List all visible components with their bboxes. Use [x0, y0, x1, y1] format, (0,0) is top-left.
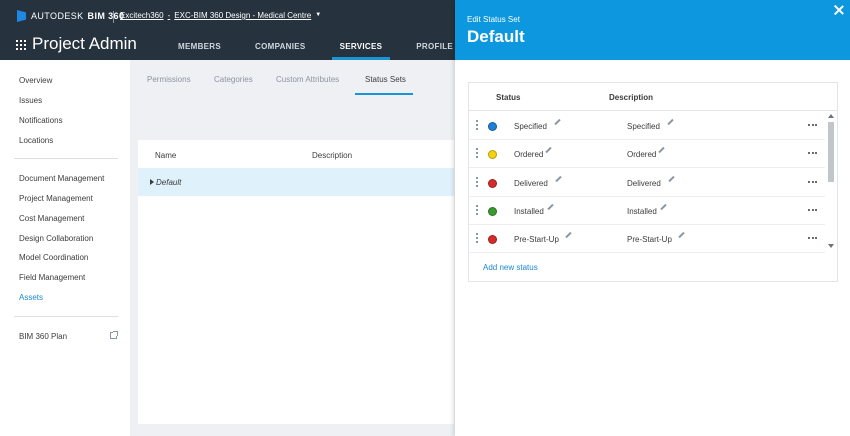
sidebar-divider	[14, 158, 118, 159]
status-row[interactable]: Ordered Ordered	[469, 140, 825, 169]
edit-description-pencil-icon[interactable]	[667, 118, 674, 126]
product-name: BIM 360	[87, 11, 125, 21]
app-grid-icon[interactable]	[16, 40, 26, 50]
drag-handle-icon[interactable]	[476, 233, 478, 244]
close-icon[interactable]	[834, 5, 844, 15]
project-selector[interactable]: EXC-BIM 360 Design - Medical Centre	[174, 11, 311, 20]
sidebar-item-assets[interactable]: Assets	[19, 293, 43, 302]
status-description: Delivered	[627, 178, 661, 188]
tab-status-sets[interactable]: Status Sets	[365, 75, 406, 84]
column-header-status: Status	[496, 93, 521, 102]
sidebar-item-project-management[interactable]: Project Management	[19, 194, 93, 203]
sidebar-item-overview[interactable]: Overview	[19, 76, 52, 85]
status-color-swatch[interactable]	[488, 122, 497, 131]
more-options-icon[interactable]	[808, 208, 817, 211]
nav-members[interactable]: MEMBERS	[170, 34, 229, 60]
more-options-icon[interactable]	[808, 124, 817, 126]
scroll-up-icon[interactable]	[828, 114, 834, 118]
edit-name-pencil-icon[interactable]	[565, 232, 572, 239]
edit-name-pencil-icon[interactable]	[547, 203, 554, 211]
sidebar-item-cost-management[interactable]: Cost Management	[19, 214, 84, 223]
panel-title: Default	[467, 27, 525, 46]
status-sets-table: Name Description Default	[138, 140, 454, 424]
more-options-icon[interactable]	[808, 180, 817, 183]
status-name: Ordered	[514, 150, 544, 160]
drag-handle-icon[interactable]	[476, 176, 478, 188]
edit-name-pencil-icon[interactable]	[554, 118, 561, 126]
nav-profile[interactable]: PROFILE	[408, 34, 461, 60]
edit-description-pencil-icon[interactable]	[678, 232, 685, 239]
status-name: Pre-Start-Up	[514, 235, 559, 245]
column-header-name[interactable]: Name	[155, 151, 176, 160]
edit-description-pencil-icon[interactable]	[658, 147, 665, 154]
status-name: Installed	[514, 206, 544, 216]
tab-custom-attributes[interactable]: Custom Attributes	[276, 75, 339, 84]
top-nav: MEMBERS COMPANIES SERVICES PROFILE	[170, 34, 479, 60]
brand-name: AUTODESK	[31, 11, 84, 21]
scroll-down-icon[interactable]	[828, 244, 834, 248]
edit-name-pencil-icon[interactable]	[545, 147, 552, 154]
bim360-logo-icon	[17, 10, 26, 22]
sidebar-item-design-collaboration[interactable]: Design Collaboration	[19, 234, 93, 243]
status-row[interactable]: Installed Installed	[469, 197, 825, 225]
column-header-description: Description	[609, 93, 654, 102]
status-list-header: Status Description	[469, 83, 837, 111]
status-name: Delivered	[514, 178, 548, 188]
drag-handle-icon[interactable]	[476, 204, 478, 216]
sidebar-item-issues[interactable]: Issues	[19, 96, 42, 105]
sidebar-item-locations[interactable]: Locations	[19, 136, 53, 145]
status-row[interactable]: Pre-Start-Up Pre-Start-Up	[469, 225, 825, 254]
breadcrumb-separator: -	[167, 11, 171, 20]
status-color-swatch[interactable]	[488, 178, 497, 188]
sidebar-item-field-management[interactable]: Field Management	[19, 273, 85, 282]
status-row[interactable]: Delivered Delivered	[469, 169, 825, 197]
sidebar-item-notifications[interactable]: Notifications	[19, 116, 63, 125]
status-name: Specified	[514, 122, 547, 131]
sidebar-item-bim360-plan[interactable]: BIM 360 Plan	[19, 332, 67, 341]
divider	[113, 11, 114, 23]
sidebar-item-model-coordination[interactable]: Model Coordination	[19, 253, 88, 262]
sidebar-item-document-management[interactable]: Document Management	[19, 174, 104, 183]
nav-companies[interactable]: COMPANIES	[247, 34, 314, 60]
drag-handle-icon[interactable]	[476, 148, 478, 159]
scrollbar[interactable]	[826, 112, 836, 252]
add-new-status-link[interactable]: Add new status	[483, 263, 538, 272]
status-list: Status Description Specified Specified Ord…	[468, 82, 838, 282]
edit-description-pencil-icon[interactable]	[660, 203, 667, 211]
more-options-icon[interactable]	[808, 152, 817, 155]
expand-arrow-icon[interactable]	[150, 179, 154, 185]
status-description: Ordered	[627, 150, 657, 160]
status-color-swatch[interactable]	[488, 235, 497, 245]
sidebar-divider	[14, 316, 118, 317]
status-set-name: Default	[156, 178, 182, 187]
project-breadcrumb[interactable]: Excitech360 - EXC-BIM 360 Design - Medic…	[120, 11, 321, 20]
edit-description-pencil-icon[interactable]	[668, 175, 675, 182]
scroll-thumb[interactable]	[828, 122, 834, 182]
autodesk-logo[interactable]: AUTODESK BIM 360	[17, 10, 124, 22]
column-header-description[interactable]: Description	[312, 151, 352, 160]
drag-handle-icon[interactable]	[476, 120, 478, 131]
tab-categories[interactable]: Categories	[214, 75, 253, 84]
status-row[interactable]: Specified Specified	[469, 112, 825, 140]
external-link-icon[interactable]	[110, 331, 118, 339]
status-color-swatch[interactable]	[488, 150, 497, 160]
status-description: Pre-Start-Up	[627, 235, 672, 245]
nav-services[interactable]: SERVICES	[331, 34, 391, 60]
page-title: Project Admin	[32, 34, 137, 53]
status-color-swatch[interactable]	[488, 206, 497, 216]
more-options-icon[interactable]	[808, 237, 817, 240]
status-description: Specified	[627, 122, 660, 131]
active-tab-indicator	[355, 93, 413, 95]
status-description: Installed	[627, 206, 657, 216]
edit-name-pencil-icon[interactable]	[555, 175, 562, 182]
service-tabs: Permissions Categories Custom Attributes…	[138, 60, 454, 95]
table-row[interactable]: Default	[138, 168, 454, 196]
panel-header: Edit Status Set Default	[455, 0, 850, 60]
tab-permissions[interactable]: Permissions	[147, 75, 191, 84]
edit-status-set-panel: Edit Status Set Default Status Descripti…	[455, 0, 850, 436]
chevron-down-icon[interactable]: ▼	[315, 11, 321, 20]
sidebar: Overview Issues Notifications Locations …	[0, 60, 130, 436]
panel-subtitle: Edit Status Set	[467, 15, 520, 24]
account-link[interactable]: Excitech360	[120, 11, 164, 20]
